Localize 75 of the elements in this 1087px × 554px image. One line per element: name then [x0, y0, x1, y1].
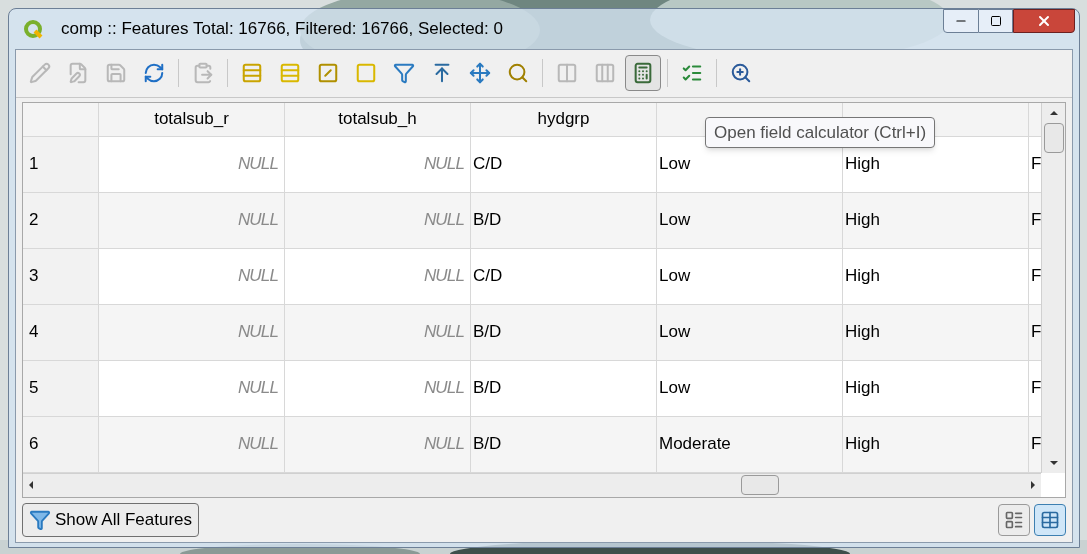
reload-icon: [143, 62, 165, 85]
table-cell-text: F: [1031, 377, 1041, 400]
tooltip-text: Open field calculator (Ctrl+I): [714, 122, 927, 142]
table-cell-text: High: [845, 265, 880, 288]
row-header: 6: [29, 433, 39, 456]
zoom-icon: [507, 62, 529, 85]
table-cell-text: C/D: [473, 265, 503, 288]
table-cell-text: NULL: [423, 265, 464, 288]
form-view-icon: [1004, 509, 1024, 530]
window-title: comp :: Features Total: 16766, Filtered: 16766, Selected: 0: [61, 18, 503, 41]
table-cell-text: NULL: [423, 433, 464, 456]
vertical-scrollbar[interactable]: [1041, 102, 1065, 473]
table-cell-text: NULL: [237, 209, 278, 232]
scroll-right-icon: [1029, 481, 1037, 490]
table-cell-text: High: [845, 377, 880, 400]
table-cell-text: Low: [659, 377, 691, 400]
maximize-button[interactable]: [979, 9, 1013, 33]
table-cell-text: High: [845, 321, 880, 344]
table-cell-text: High: [845, 209, 880, 232]
table-cell-text: Low: [659, 209, 691, 232]
table-view-button[interactable]: [1034, 503, 1066, 536]
table-cell-text: Moderate: [659, 433, 731, 456]
table-cell-text: B/D: [473, 377, 502, 400]
table-cell-text: NULL: [423, 377, 464, 400]
filter-icon: [393, 62, 415, 85]
table-cell-text: NULL: [237, 153, 278, 176]
table-cell-text: F: [1031, 209, 1041, 232]
row-header: 4: [29, 321, 39, 344]
scroll-up-icon: [1049, 108, 1058, 117]
column-header: totalsub_r: [154, 108, 229, 131]
filter-icon: [29, 508, 51, 531]
scroll-left-icon: [27, 481, 35, 490]
table-cell-text: NULL: [237, 433, 278, 456]
column-header: totalsub_h: [338, 108, 417, 131]
table-cell-text: B/D: [473, 209, 502, 232]
row-header: 1: [29, 153, 39, 176]
pan-icon: [469, 62, 491, 85]
table-cell-text: NULL: [237, 321, 278, 344]
table-cell-text: F: [1031, 321, 1041, 344]
table-view-icon: [1040, 509, 1060, 530]
table-cell-text: F: [1031, 265, 1041, 288]
table-cell-text: B/D: [473, 321, 502, 344]
form-view-button[interactable]: [998, 503, 1030, 536]
scroll-thumb[interactable]: [741, 475, 779, 496]
table-cell-text: NULL: [237, 377, 278, 400]
close-button[interactable]: [1013, 9, 1075, 33]
table-cell-text: High: [845, 153, 880, 176]
save-icon: [105, 62, 127, 85]
table-cell-text: NULL: [423, 153, 464, 176]
table-cell-text: NULL: [423, 321, 464, 344]
maximize-icon: [989, 15, 1002, 27]
table-cell-text: Low: [659, 153, 691, 176]
table-cell-text: NULL: [423, 209, 464, 232]
pencil-icon: [29, 62, 51, 85]
calculator-icon: [632, 62, 654, 85]
table-cell-text: Low: [659, 265, 691, 288]
show-all-features-button[interactable]: Show All Features: [22, 502, 199, 537]
row-header: 5: [29, 377, 39, 400]
toolbar-button[interactable]: [625, 55, 661, 92]
column-header: hydgrp: [537, 108, 590, 131]
table-cell-text: High: [845, 433, 880, 456]
table-cell-text: C/D: [473, 153, 503, 176]
table-cell-text: NULL: [237, 265, 278, 288]
table-cell-text: B/D: [473, 433, 502, 456]
row-header: 2: [29, 209, 39, 232]
table-cell-text: Low: [659, 321, 691, 344]
table-cell-text: F: [1031, 433, 1041, 456]
row-header: 3: [29, 265, 39, 288]
table-cell-text: F: [1031, 153, 1041, 176]
paste-icon: [192, 62, 214, 85]
horizontal-scrollbar[interactable]: [23, 472, 1041, 497]
close-icon: [1036, 13, 1052, 29]
scroll-thumb[interactable]: [1043, 122, 1064, 153]
app-logo-icon: [23, 18, 43, 39]
scroll-down-icon: [1049, 458, 1058, 467]
